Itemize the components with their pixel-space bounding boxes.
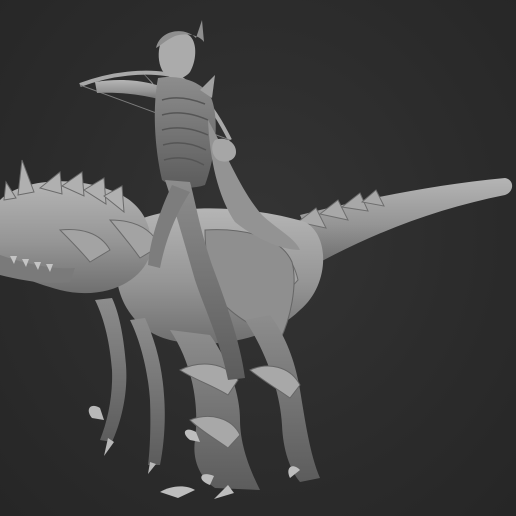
raptor-front-arm xyxy=(95,298,127,442)
sculpt-model xyxy=(0,20,513,499)
raptor-front-arm-2 xyxy=(130,318,165,465)
raptor-claws xyxy=(88,405,156,474)
raptor-hind-leg-2 xyxy=(245,315,320,482)
raptor-hind-leg xyxy=(170,330,260,490)
sculpt-viewport[interactable] xyxy=(0,0,516,516)
raptor-tail xyxy=(300,178,513,262)
rider-arm xyxy=(95,80,165,100)
